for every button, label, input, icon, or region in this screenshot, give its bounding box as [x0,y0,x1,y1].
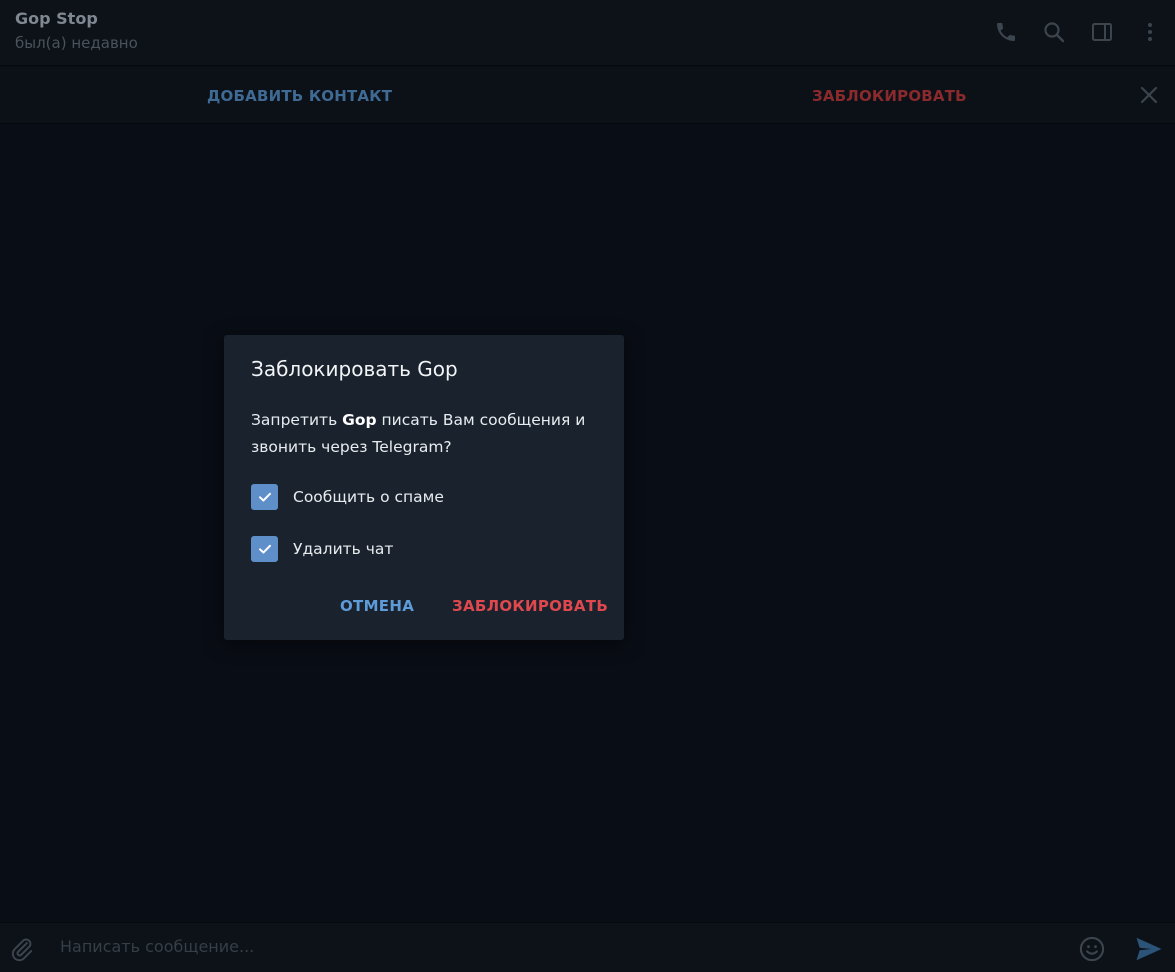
cancel-button[interactable]: ОТМЕНА [340,597,414,615]
confirm-block-button[interactable]: ЗАБЛОКИРОВАТЬ [452,597,608,615]
checkmark-icon [258,492,271,502]
delete-chat-checkbox-row[interactable]: Удалить чат [251,536,393,562]
close-icon[interactable] [1137,83,1161,111]
more-vertical-icon[interactable] [1136,18,1164,46]
phone-icon[interactable] [992,18,1020,46]
delete-chat-checkbox[interactable] [251,536,278,562]
sidebar-toggle-icon[interactable] [1088,18,1116,46]
add-contact-button[interactable]: ДОБАВИТЬ КОНТАКТ [207,87,392,105]
search-icon[interactable] [1040,18,1068,46]
report-spam-checkbox-row[interactable]: Сообщить о спаме [251,484,444,510]
checkmark-icon [258,544,271,554]
dialog-message-name: Gop [342,411,377,429]
emoji-icon[interactable] [1077,934,1107,964]
dialog-message-before: Запретить [251,411,343,429]
chat-status: был(а) недавно [15,34,138,52]
message-composer: Написать сообщение... [0,922,1175,972]
dialog-message: Запретить Gop писать Вам сообщения и зво… [251,407,601,461]
block-user-button[interactable]: ЗАБЛОКИРОВАТЬ [812,87,967,105]
send-icon[interactable] [1133,933,1165,965]
message-input[interactable]: Написать сообщение... [60,937,254,956]
dialog-title: Заблокировать Gop [251,357,458,381]
report-spam-label: Сообщить о спаме [293,488,444,506]
report-spam-checkbox[interactable] [251,484,278,510]
contact-action-bar: ДОБАВИТЬ КОНТАКТ ЗАБЛОКИРОВАТЬ [0,67,1175,124]
chat-title[interactable]: Gop Stop [15,9,98,28]
delete-chat-label: Удалить чат [293,540,394,558]
block-dialog: Заблокировать Gop Запретить Gop писать В… [224,335,624,640]
chat-header: Gop Stop был(а) недавно [0,0,1175,66]
attach-icon[interactable] [8,935,36,963]
